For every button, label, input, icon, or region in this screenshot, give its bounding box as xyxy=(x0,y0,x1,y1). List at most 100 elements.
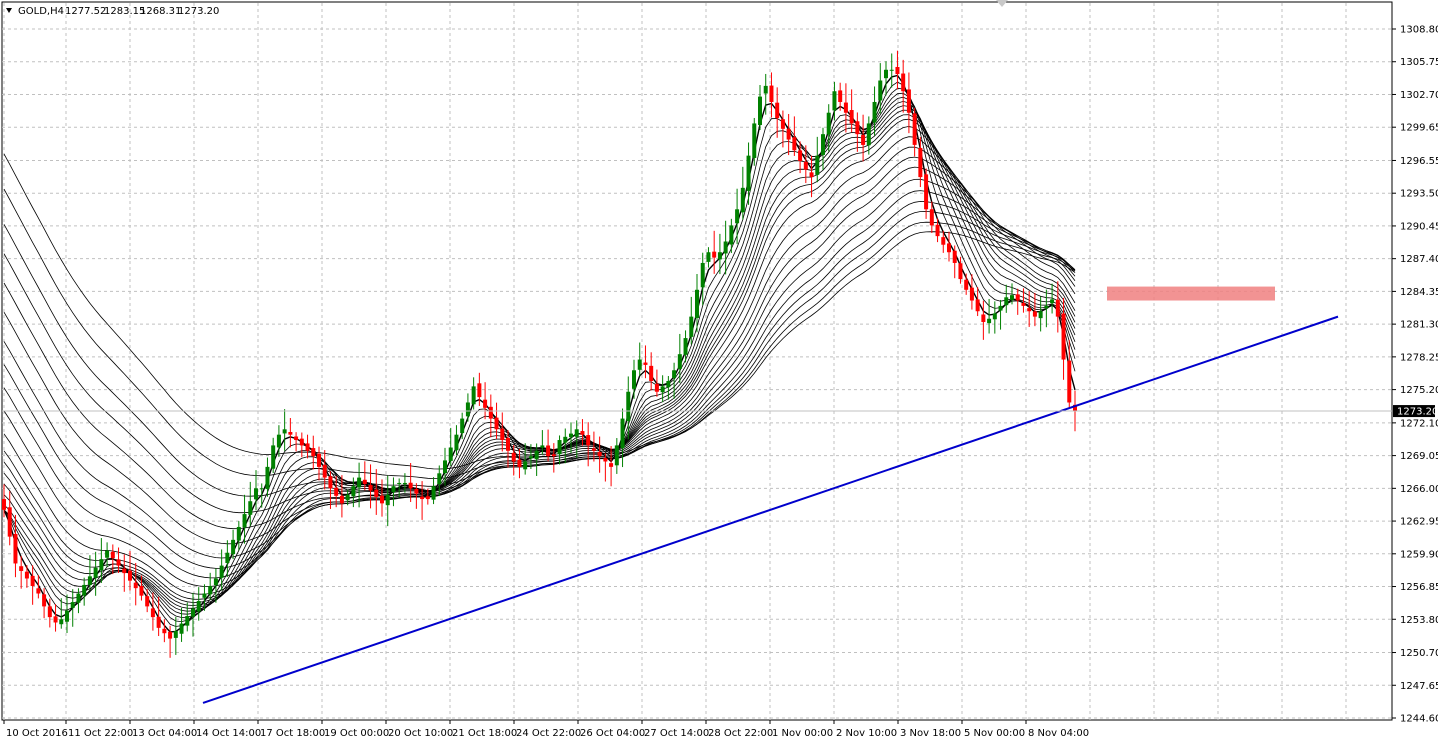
candle-body xyxy=(815,155,820,175)
candle-body xyxy=(391,486,396,493)
candle-body xyxy=(666,381,671,388)
candle-body xyxy=(603,458,608,462)
candle-body xyxy=(952,250,957,263)
candle-body xyxy=(1050,299,1055,304)
candle-body xyxy=(843,102,848,113)
candle-body xyxy=(357,477,362,488)
candle-body xyxy=(523,461,528,470)
candle-body xyxy=(334,487,339,496)
candle-body xyxy=(488,406,493,419)
time-tick-label: 1 Nov 00:00 xyxy=(772,728,833,739)
candle-body xyxy=(87,576,92,585)
candle-body xyxy=(906,89,911,113)
candle-body xyxy=(1044,305,1049,309)
candle-body xyxy=(775,102,780,119)
candle-body xyxy=(511,452,516,462)
candle-body xyxy=(425,496,430,500)
candle-body xyxy=(30,575,35,586)
candle-body xyxy=(792,137,797,151)
candle-body xyxy=(328,476,333,489)
price-tick-label: 1266.00 xyxy=(1400,484,1438,495)
chart-background xyxy=(0,0,1438,743)
price-chart[interactable]: 1308.80 1305.75 1302.70 1299.65 1296.55 1293.… xyxy=(0,0,1438,743)
price-tick-label: 1296.55 xyxy=(1400,156,1438,167)
candle-body xyxy=(586,435,591,446)
candle-body xyxy=(998,305,1003,311)
price-tick-label: 1272.10 xyxy=(1400,418,1438,429)
candle-body xyxy=(591,448,596,451)
time-tick-label: 5 Nov 00:00 xyxy=(964,728,1025,739)
candle-body xyxy=(769,85,774,102)
candle-body xyxy=(740,187,745,213)
candle-body xyxy=(981,314,986,322)
candle-body xyxy=(374,489,379,497)
time-tick-label: 8 Nov 04:00 xyxy=(1028,728,1089,739)
header-info: GOLD,H4 1277.52 1283.15 1268.31 1273.20 xyxy=(6,6,219,17)
candle-body xyxy=(19,566,24,571)
candle-body xyxy=(53,616,58,623)
header-close: 1273.20 xyxy=(178,6,219,17)
candle-body xyxy=(506,437,510,451)
candle-body xyxy=(494,417,499,430)
candle-body xyxy=(987,318,992,324)
candle-body xyxy=(929,209,934,226)
candle-body xyxy=(248,501,253,515)
candle-body xyxy=(99,559,104,571)
candle-body xyxy=(1021,302,1026,306)
candle-body xyxy=(672,370,677,379)
price-tick-label: 1256.85 xyxy=(1400,582,1438,593)
candle-body xyxy=(65,610,69,622)
candle-body xyxy=(500,428,505,441)
candle-body xyxy=(82,584,87,596)
candle-body xyxy=(746,155,751,191)
candle-body xyxy=(437,473,442,485)
candle-body xyxy=(878,80,883,101)
candle-body xyxy=(294,436,299,441)
candle-body xyxy=(225,552,230,563)
candle-body xyxy=(305,443,310,451)
candle-body xyxy=(236,526,241,541)
candle-body xyxy=(265,466,270,490)
candle-body xyxy=(700,262,705,288)
candle-body xyxy=(13,533,18,564)
candle-body xyxy=(191,608,195,617)
candle-body xyxy=(139,585,144,596)
price-tick-label: 1293.50 xyxy=(1400,189,1438,200)
candle-body xyxy=(345,494,350,501)
time-tick-label: 24 Oct 22:00 xyxy=(516,728,581,739)
candle-body xyxy=(1067,360,1072,403)
candle-body xyxy=(471,386,476,405)
candle-body xyxy=(465,402,470,417)
candle-body xyxy=(964,279,969,290)
candle-body xyxy=(150,608,155,618)
header-low: 1268.31 xyxy=(140,6,181,17)
candle-body xyxy=(362,479,367,485)
candle-body xyxy=(574,429,579,437)
candle-body xyxy=(597,452,602,457)
candle-body xyxy=(460,418,465,434)
candle-body xyxy=(448,447,453,461)
candle-body xyxy=(1038,311,1043,319)
candle-body xyxy=(580,431,585,435)
candle-body xyxy=(122,568,127,574)
candle-body xyxy=(884,69,888,79)
candle-body xyxy=(947,243,951,253)
price-tick-label: 1305.75 xyxy=(1400,57,1438,68)
candle-body xyxy=(168,631,173,639)
candle-body xyxy=(219,565,224,578)
candle-body xyxy=(924,174,929,210)
time-tick-label: 20 Oct 10:00 xyxy=(388,728,453,739)
candle-body xyxy=(563,436,568,443)
candle-body xyxy=(912,113,917,145)
price-tick-label: 1269.05 xyxy=(1400,451,1438,462)
time-tick-label: 10 Oct 2016 xyxy=(6,728,68,739)
candle-body xyxy=(70,602,75,608)
price-tick-label: 1299.65 xyxy=(1400,123,1438,134)
candle-body xyxy=(133,582,138,589)
candle-body xyxy=(654,383,659,392)
header-symbol: GOLD,H4 xyxy=(18,6,64,17)
candle-body xyxy=(895,66,900,75)
candle-body xyxy=(786,128,791,140)
candle-body xyxy=(992,313,997,320)
candle-body xyxy=(975,299,980,312)
